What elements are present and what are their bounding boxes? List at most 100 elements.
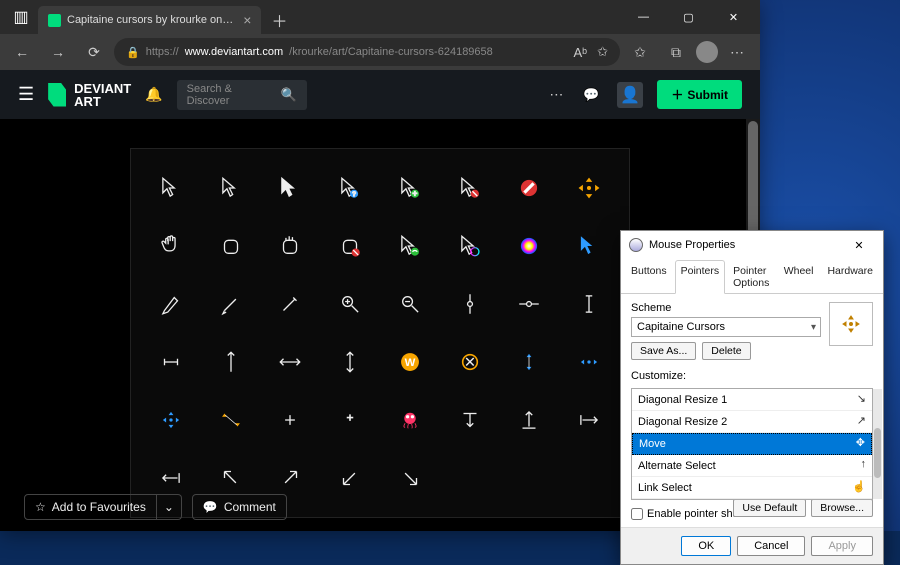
collections-icon[interactable]: ⧉: [660, 36, 692, 68]
addr-actions: Aᵇ ✩: [574, 44, 608, 60]
cursor-cell: [382, 393, 438, 447]
tab-pointers[interactable]: Pointers: [675, 260, 726, 294]
chat-icon[interactable]: 💬: [579, 83, 603, 107]
cursor-cell: [322, 277, 378, 331]
cursor-cell: [263, 161, 319, 215]
cursor-cell: [382, 219, 438, 273]
scheme-value: Capitaine Cursors: [637, 321, 725, 333]
forward-button[interactable]: →: [42, 36, 74, 68]
favorite-icon[interactable]: ✩: [597, 44, 608, 60]
browse-button[interactable]: Browse...: [811, 499, 873, 517]
new-tab-button[interactable]: ＋: [271, 8, 287, 32]
dialog-titlebar[interactable]: Mouse Properties ✕: [621, 231, 883, 259]
cursor-cell: [561, 161, 617, 215]
cursor-cell: [203, 393, 259, 447]
svg-text:W: W: [405, 357, 416, 369]
dialog-close-button[interactable]: ✕: [843, 234, 875, 256]
cursor-cell: [203, 335, 259, 389]
search-input[interactable]: Search & Discover 🔍: [177, 80, 307, 110]
use-default-button[interactable]: Use Default: [733, 499, 806, 517]
cursor-cell: [143, 335, 199, 389]
refresh-button[interactable]: ⟳: [78, 36, 110, 68]
ok-button[interactable]: OK: [681, 536, 731, 556]
customize-row[interactable]: Diagonal Resize 1↘: [632, 389, 872, 411]
list-thumb[interactable]: [874, 428, 881, 478]
cursor-cell: [442, 393, 498, 447]
logo-mark-icon: [48, 83, 66, 107]
customize-row[interactable]: Link Select☝: [632, 477, 872, 499]
row-cursor-icon: ☝: [850, 480, 866, 496]
tab-close-icon[interactable]: ×: [243, 12, 251, 28]
cursor-cell: W: [382, 335, 438, 389]
maximize-button[interactable]: ▢: [666, 0, 711, 34]
search-placeholder: Search & Discover: [187, 83, 273, 107]
tab-wheel[interactable]: Wheel: [778, 260, 820, 294]
cursor-cell: [263, 219, 319, 273]
apply-button[interactable]: Apply: [811, 536, 873, 556]
customize-row[interactable]: Diagonal Resize 2↗: [632, 411, 872, 433]
cursor-cell: [502, 161, 558, 215]
cursor-cell: [442, 161, 498, 215]
cursor-cell: ?: [322, 161, 378, 215]
back-button[interactable]: ←: [6, 36, 38, 68]
cancel-button[interactable]: Cancel: [737, 536, 805, 556]
submit-button[interactable]: ＋ Submit: [657, 80, 742, 109]
hamburger-icon[interactable]: ☰: [18, 84, 34, 105]
favorites-icon[interactable]: ✩: [624, 36, 656, 68]
read-aloud-icon[interactable]: Aᵇ: [574, 45, 588, 60]
cursor-cell: [561, 219, 617, 273]
cursor-cell: [502, 277, 558, 331]
titlebar: ▥ Capitaine cursors by krourke on… × ＋ —…: [0, 0, 760, 34]
cursor-cell: [263, 335, 319, 389]
cursor-cell: [322, 393, 378, 447]
search-icon: 🔍: [280, 87, 296, 103]
cursor-cell: [502, 335, 558, 389]
save-as-button[interactable]: Save As...: [631, 342, 696, 360]
user-avatar-button[interactable]: 👤: [617, 82, 643, 108]
dialog-footer: OK Cancel Apply: [621, 527, 883, 564]
svg-text:?: ?: [352, 191, 356, 198]
profile-avatar[interactable]: [696, 41, 718, 63]
cursor-cell: [561, 335, 617, 389]
minimize-button[interactable]: —: [621, 0, 666, 34]
close-window-button[interactable]: ✕: [711, 0, 756, 34]
customize-row[interactable]: Move✥: [632, 433, 872, 455]
cursor-cell: [322, 219, 378, 273]
url-host: www.deviantart.com: [185, 46, 283, 58]
tab-buttons[interactable]: Buttons: [625, 260, 673, 294]
navbar: ← → ⟳ 🔒 https:// www.deviantart.com/krour…: [0, 34, 760, 70]
tab-actions-icon[interactable]: ▥: [4, 0, 38, 34]
cursor-cell: [561, 393, 617, 447]
cursor-cell: [143, 161, 199, 215]
scheme-combobox[interactable]: Capitaine Cursors: [631, 317, 821, 337]
cursor-cell: [561, 277, 617, 331]
browser-menu-icon[interactable]: ⋯: [722, 36, 754, 68]
url-path: /krourke/art/Capitaine-cursors-624189658: [289, 46, 493, 58]
notifications-icon[interactable]: 🔔: [145, 86, 162, 103]
deviantart-logo[interactable]: DEVIANTART: [48, 82, 131, 108]
list-scrollbar[interactable]: [873, 389, 882, 499]
cursor-cell: [203, 277, 259, 331]
favourite-chevron-icon[interactable]: ⌄: [157, 494, 182, 520]
row-cursor-icon: ↑: [850, 458, 866, 474]
browser-tab[interactable]: Capitaine cursors by krourke on… ×: [38, 6, 261, 34]
enable-pointer-shadow-checkbox[interactable]: [631, 508, 643, 520]
comment-button[interactable]: 💬 Comment: [192, 494, 287, 520]
customize-list[interactable]: Diagonal Resize 1↘Diagonal Resize 2↗Move…: [631, 388, 873, 500]
cursor-cell: [143, 277, 199, 331]
header-more-icon[interactable]: ⋯: [549, 86, 565, 103]
mouse-properties-dialog: Mouse Properties ✕ ButtonsPointersPointe…: [620, 230, 884, 565]
cursor-cell: [442, 219, 498, 273]
tab-hardware[interactable]: Hardware: [821, 260, 879, 294]
scrollbar-thumb[interactable]: [748, 121, 758, 241]
favourite-button[interactable]: ☆ Add to Favourites: [24, 494, 157, 520]
delete-button[interactable]: Delete: [702, 342, 750, 360]
lock-icon: 🔒: [126, 46, 140, 59]
url-prefix: https://: [146, 46, 179, 58]
tab-pointer-options[interactable]: Pointer Options: [727, 260, 776, 294]
row-cursor-icon: ↗: [850, 414, 866, 430]
customize-row[interactable]: Alternate Select↑: [632, 455, 872, 477]
cursor-cell: [502, 393, 558, 447]
address-bar[interactable]: 🔒 https:// www.deviantart.com/krourke/art…: [114, 38, 620, 66]
cursor-cell: [203, 219, 259, 273]
